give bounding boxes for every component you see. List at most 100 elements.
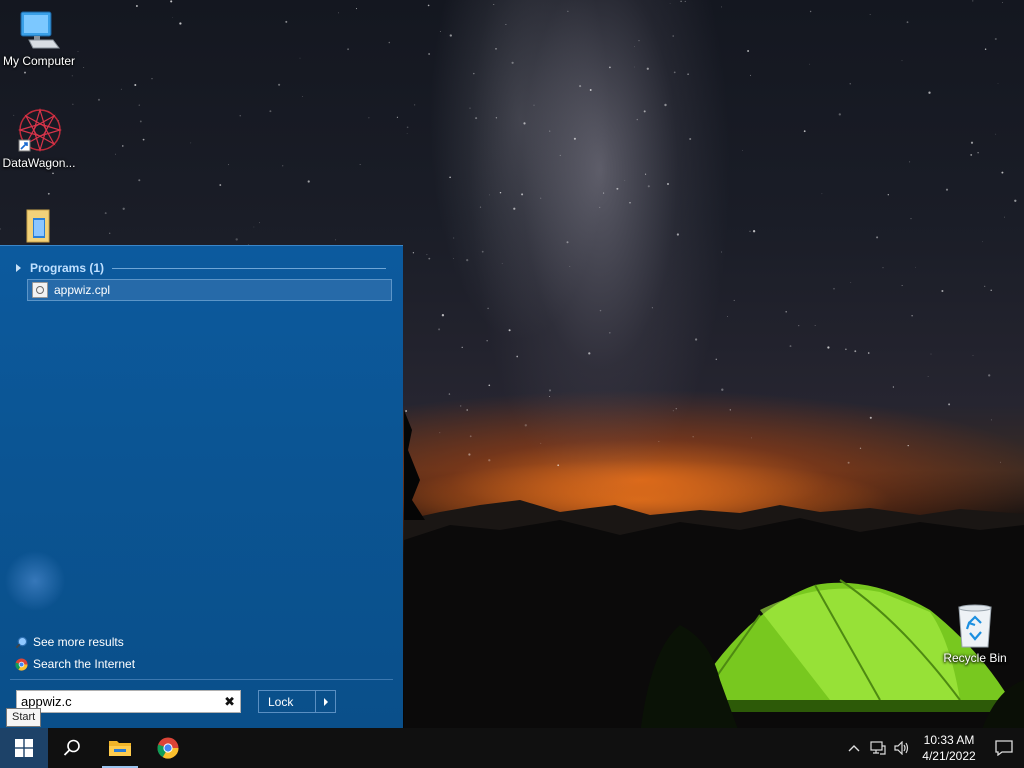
notification-icon <box>995 740 1013 756</box>
star <box>727 316 728 318</box>
star <box>179 22 182 25</box>
star <box>567 10 569 12</box>
star <box>1004 216 1006 218</box>
star <box>638 39 640 42</box>
star <box>521 193 524 196</box>
desktop-icon-recycle-bin[interactable]: Recycle Bin <box>936 603 1014 665</box>
star <box>489 194 490 196</box>
star <box>869 416 872 419</box>
star <box>239 115 241 117</box>
star <box>945 188 949 191</box>
star <box>135 5 138 7</box>
desktop-icon-label: Recycle Bin <box>943 651 1007 665</box>
star <box>928 91 931 94</box>
star <box>859 447 862 449</box>
taskbar-clock[interactable]: 10:33 AM 4/21/2022 <box>914 732 984 764</box>
star <box>752 230 756 233</box>
file-explorer-icon <box>109 741 131 756</box>
search-result-item[interactable]: appwiz.cpl <box>27 279 392 301</box>
star <box>549 395 551 398</box>
desktop-icon-datawagon[interactable]: DataWagon... <box>0 108 78 170</box>
star <box>684 0 686 2</box>
star <box>995 133 997 135</box>
star <box>347 48 350 51</box>
star <box>505 23 507 26</box>
start-button[interactable] <box>0 728 48 768</box>
clear-search-icon[interactable]: ✖ <box>224 694 235 709</box>
star <box>569 266 571 268</box>
star <box>994 37 997 41</box>
star <box>990 289 992 292</box>
star <box>412 252 415 254</box>
star <box>636 118 638 121</box>
action-center-button[interactable] <box>984 728 1024 768</box>
taskbar-search-button[interactable] <box>48 728 96 768</box>
star <box>892 386 895 388</box>
star <box>460 405 462 407</box>
star <box>747 50 750 52</box>
star <box>338 12 339 14</box>
programs-group-header[interactable]: Programs (1) <box>16 260 386 276</box>
star <box>138 179 141 182</box>
star <box>869 14 871 15</box>
star <box>533 104 535 106</box>
star <box>803 130 806 133</box>
chrome-taskbar-button[interactable] <box>144 728 192 768</box>
star <box>970 153 973 156</box>
desktop-icon-label: My Computer <box>2 54 76 68</box>
start-search-box[interactable]: ✖ <box>16 690 241 713</box>
star <box>282 165 284 167</box>
star <box>675 408 677 410</box>
star <box>647 185 650 188</box>
power-options-arrow-button[interactable] <box>316 691 335 712</box>
star <box>629 202 631 204</box>
magnifier-icon <box>15 636 28 648</box>
star <box>809 63 810 65</box>
star <box>269 110 272 113</box>
star <box>134 83 137 87</box>
star <box>673 71 676 74</box>
search-internet-link[interactable]: Search the Internet <box>15 657 135 671</box>
star <box>909 161 911 163</box>
show-hidden-icons-button[interactable] <box>842 728 866 768</box>
star <box>473 72 475 75</box>
lock-button[interactable]: Lock <box>258 690 336 713</box>
star <box>687 73 689 75</box>
desktop-icon-my-computer[interactable]: My Computer <box>0 10 78 68</box>
desktop-icon-folder[interactable] <box>0 208 78 246</box>
star <box>427 4 430 7</box>
star <box>887 194 889 196</box>
network-button[interactable] <box>866 728 890 768</box>
group-divider <box>112 267 386 269</box>
file-explorer-button[interactable] <box>96 728 144 768</box>
windows-start-icon <box>15 739 33 757</box>
star <box>481 250 484 253</box>
star <box>359 164 361 165</box>
star <box>882 267 884 269</box>
recycle-bin-icon <box>958 604 992 648</box>
star <box>749 230 751 232</box>
star <box>988 374 991 377</box>
star <box>142 138 145 141</box>
star <box>468 453 471 456</box>
star <box>549 130 551 132</box>
star <box>676 233 680 236</box>
star <box>449 176 451 179</box>
volume-button[interactable] <box>890 728 914 768</box>
lock-button-label[interactable]: Lock <box>259 691 316 712</box>
star <box>720 6 722 8</box>
network-icon <box>870 741 886 755</box>
star <box>692 436 694 438</box>
star <box>566 241 569 244</box>
star <box>789 345 792 348</box>
star <box>977 152 979 154</box>
star <box>428 257 431 260</box>
start-search-input[interactable] <box>21 692 211 711</box>
see-more-results-link[interactable]: See more results <box>15 635 124 649</box>
star <box>453 257 455 259</box>
star <box>307 180 310 183</box>
star <box>488 384 491 387</box>
star <box>511 61 514 64</box>
star <box>488 459 491 462</box>
star <box>927 376 929 377</box>
